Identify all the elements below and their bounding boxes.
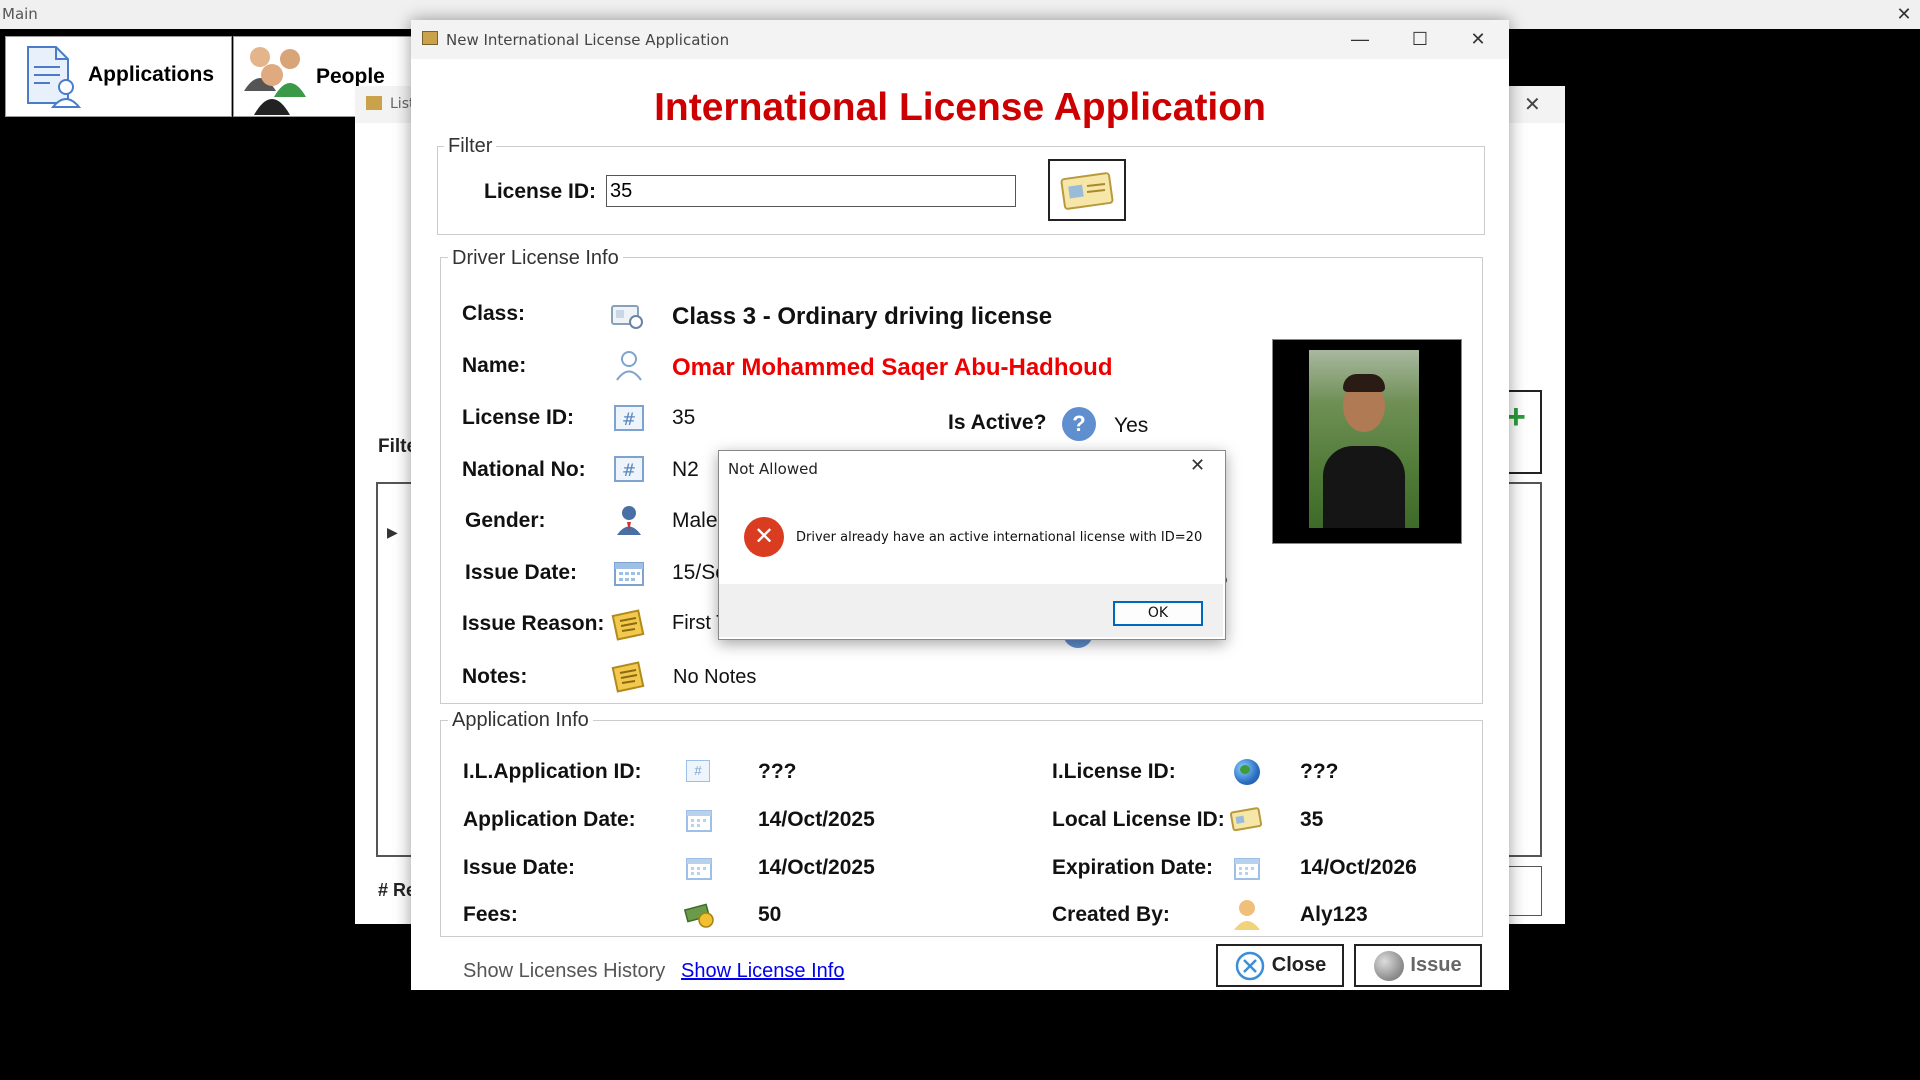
dialog-title: New International License Application	[446, 31, 730, 49]
notes-label: Notes:	[462, 665, 528, 688]
show-license-info-link[interactable]: Show License Info	[681, 960, 844, 983]
people-icon	[240, 41, 314, 115]
national-no-label: National No:	[462, 458, 586, 481]
message-box-title: Not Allowed	[728, 460, 818, 478]
error-icon: ✕	[744, 517, 784, 557]
app-icon	[422, 31, 438, 45]
name-value: Omar Mohammed Saqer Abu-Hadhoud	[672, 354, 1113, 381]
man-icon	[612, 503, 646, 537]
license-id-input[interactable]	[606, 175, 1016, 207]
applications-menu-label: Applications	[88, 63, 215, 86]
money-icon	[683, 901, 716, 934]
main-window-title: Main	[2, 5, 38, 23]
svg-text:#: #	[622, 410, 636, 430]
number-icon: #	[612, 401, 646, 435]
gender-label: Gender:	[465, 509, 546, 532]
class-label: Class:	[462, 302, 526, 325]
document-user-icon	[20, 43, 86, 111]
show-licenses-history-link[interactable]: Show Licenses History	[463, 960, 665, 983]
row-pointer-icon: ▶	[387, 524, 398, 540]
is-active-value: Yes	[1114, 414, 1149, 437]
application-date-label: Application Date:	[463, 808, 636, 831]
driver-photo	[1272, 339, 1462, 544]
user-icon	[1232, 898, 1262, 935]
license-id-label: License ID:	[462, 406, 575, 429]
name-label: Name:	[462, 354, 527, 377]
expiration-date-label: Expiration Date:	[1052, 856, 1214, 879]
class-value: Class 3 - Ordinary driving license	[672, 303, 1053, 330]
person-icon	[612, 348, 646, 382]
search-license-button[interactable]	[1048, 159, 1126, 221]
close-button-label: Close	[1271, 954, 1327, 976]
message-box-close-button[interactable]: ✕	[1190, 455, 1205, 476]
license-card-icon	[1060, 172, 1114, 210]
calendar-icon	[612, 556, 646, 590]
close-button[interactable]: Close	[1216, 944, 1344, 987]
calendar-icon	[686, 856, 712, 885]
list-window-close-button[interactable]: ✕	[1524, 92, 1541, 117]
application-date-value: 14/Oct/2025	[758, 808, 875, 831]
il-application-id-label: I.L.Application ID:	[463, 760, 642, 783]
message-box-text: Driver already have an active internatio…	[796, 530, 1203, 545]
issue-button[interactable]: Issue	[1354, 944, 1482, 987]
globe-icon	[1234, 759, 1260, 785]
note-icon	[611, 607, 645, 641]
minimize-button[interactable]: —	[1340, 27, 1380, 51]
created-by-label: Created By:	[1052, 903, 1170, 926]
il-license-id-label: I.License ID:	[1052, 760, 1176, 783]
is-active-label: Is Active?	[948, 411, 1047, 434]
app-icon	[366, 96, 382, 110]
local-license-id-label: Local License ID:	[1052, 808, 1225, 831]
notes-value: No Notes	[673, 666, 757, 688]
local-license-id-value: 35	[1300, 808, 1324, 831]
issue-button-label: Issue	[1410, 954, 1462, 976]
fees-label: Fees:	[463, 903, 518, 926]
number-icon: #	[686, 760, 710, 782]
main-close-button[interactable]: ✕	[1892, 3, 1916, 25]
note-icon	[611, 659, 645, 693]
page-title: International License Application	[654, 86, 1266, 129]
fees-value: 50	[758, 903, 782, 926]
license-id-value: 35	[672, 406, 696, 429]
license-card-icon	[1229, 806, 1264, 837]
application-info-group-title: Application Info	[448, 709, 593, 732]
il-application-id-value: ???	[758, 760, 797, 783]
national-no-value: N2	[672, 458, 699, 481]
driver-info-group-title: Driver License Info	[448, 247, 623, 270]
created-by-value: Aly123	[1300, 903, 1368, 926]
close-circle-icon	[1235, 951, 1265, 980]
filter-license-id-label: License ID:	[484, 180, 597, 203]
gender-value: Male	[672, 509, 718, 532]
license-class-icon	[610, 298, 644, 332]
il-license-id-value: ???	[1300, 760, 1339, 783]
app-issue-date-value: 14/Oct/2025	[758, 856, 875, 879]
dialog-close-x-button[interactable]: ✕	[1458, 27, 1498, 51]
number-icon: #	[612, 452, 646, 486]
globe-icon	[1374, 950, 1405, 981]
maximize-button[interactable]: ☐	[1400, 27, 1440, 51]
ok-button[interactable]: OK	[1113, 601, 1203, 626]
app-issue-date-label: Issue Date:	[463, 856, 576, 879]
question-icon: ?	[1062, 407, 1096, 441]
calendar-icon	[686, 808, 712, 837]
calendar-icon	[1234, 856, 1260, 885]
issue-reason-label: Issue Reason:	[462, 612, 605, 635]
issue-date-label: Issue Date:	[465, 561, 578, 584]
svg-text:#: #	[622, 461, 636, 481]
applications-menu-button[interactable]: Applications	[5, 36, 232, 117]
expiration-date-value: 14/Oct/2026	[1300, 856, 1417, 879]
filter-group-title: Filter	[444, 135, 497, 158]
